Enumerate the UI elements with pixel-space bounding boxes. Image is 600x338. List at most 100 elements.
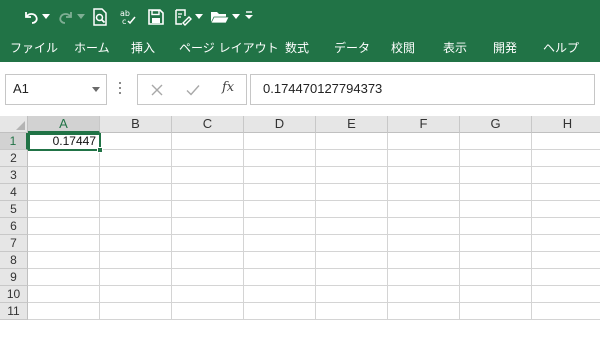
cell-h4[interactable]: [532, 184, 600, 201]
cell-h5[interactable]: [532, 201, 600, 218]
cell-f6[interactable]: [388, 218, 460, 235]
redo-icon[interactable]: [55, 7, 77, 27]
cell-c7[interactable]: [172, 235, 244, 252]
tab-view[interactable]: 表示: [443, 40, 467, 56]
cell-g9[interactable]: [460, 269, 532, 286]
cell-e11[interactable]: [316, 303, 388, 320]
column-header-b[interactable]: B: [100, 116, 172, 133]
name-box-dropdown-icon[interactable]: [92, 87, 100, 92]
cell-a9[interactable]: [28, 269, 100, 286]
cell-c9[interactable]: [172, 269, 244, 286]
cell-e2[interactable]: [316, 150, 388, 167]
tab-help[interactable]: ヘルプ: [543, 40, 579, 56]
cell-e6[interactable]: [316, 218, 388, 235]
cell-e9[interactable]: [316, 269, 388, 286]
row-header-7[interactable]: 7: [0, 235, 28, 252]
cell-f2[interactable]: [388, 150, 460, 167]
row-header-1[interactable]: 1: [0, 133, 28, 150]
cell-b1[interactable]: [100, 133, 172, 150]
cell-e1[interactable]: [316, 133, 388, 150]
undo-icon[interactable]: [20, 7, 42, 27]
cell-g6[interactable]: [460, 218, 532, 235]
touch-mode-icon[interactable]: [172, 7, 194, 27]
cell-c1[interactable]: [172, 133, 244, 150]
row-header-9[interactable]: 9: [0, 269, 28, 286]
tab-review[interactable]: 校閲: [391, 40, 415, 56]
cell-e5[interactable]: [316, 201, 388, 218]
tab-insert[interactable]: 挿入: [131, 40, 155, 56]
cell-g1[interactable]: [460, 133, 532, 150]
cell-g4[interactable]: [460, 184, 532, 201]
cell-b3[interactable]: [100, 167, 172, 184]
column-header-c[interactable]: C: [172, 116, 244, 133]
cell-f1[interactable]: [388, 133, 460, 150]
cell-b7[interactable]: [100, 235, 172, 252]
cell-h11[interactable]: [532, 303, 600, 320]
cell-d6[interactable]: [244, 218, 316, 235]
cell-b10[interactable]: [100, 286, 172, 303]
cell-c6[interactable]: [172, 218, 244, 235]
enter-check-icon[interactable]: [185, 82, 201, 98]
row-header-2[interactable]: 2: [0, 150, 28, 167]
cell-d10[interactable]: [244, 286, 316, 303]
cell-d11[interactable]: [244, 303, 316, 320]
cell-f8[interactable]: [388, 252, 460, 269]
cell-d5[interactable]: [244, 201, 316, 218]
cell-h7[interactable]: [532, 235, 600, 252]
column-header-h[interactable]: H: [532, 116, 600, 133]
cell-f9[interactable]: [388, 269, 460, 286]
tab-developer[interactable]: 開発: [493, 40, 517, 56]
cell-b2[interactable]: [100, 150, 172, 167]
cell-a3[interactable]: [28, 167, 100, 184]
cell-c10[interactable]: [172, 286, 244, 303]
cell-f4[interactable]: [388, 184, 460, 201]
row-header-10[interactable]: 10: [0, 286, 28, 303]
cell-f5[interactable]: [388, 201, 460, 218]
open-folder-icon[interactable]: [209, 7, 231, 27]
cell-a11[interactable]: [28, 303, 100, 320]
cell-c11[interactable]: [172, 303, 244, 320]
open-dropdown-icon[interactable]: [232, 14, 240, 20]
cell-h3[interactable]: [532, 167, 600, 184]
undo-dropdown-icon[interactable]: [42, 14, 50, 20]
tab-file[interactable]: ファイル: [10, 40, 58, 56]
row-header-6[interactable]: 6: [0, 218, 28, 235]
cell-d8[interactable]: [244, 252, 316, 269]
cell-b11[interactable]: [100, 303, 172, 320]
cell-f11[interactable]: [388, 303, 460, 320]
cell-a10[interactable]: [28, 286, 100, 303]
cell-a5[interactable]: [28, 201, 100, 218]
cell-g10[interactable]: [460, 286, 532, 303]
tab-home[interactable]: ホーム: [74, 40, 110, 56]
cancel-icon[interactable]: [149, 82, 165, 98]
cell-a2[interactable]: [28, 150, 100, 167]
cell-a8[interactable]: [28, 252, 100, 269]
cell-h8[interactable]: [532, 252, 600, 269]
cell-b9[interactable]: [100, 269, 172, 286]
cell-b6[interactable]: [100, 218, 172, 235]
tab-page-layout[interactable]: ページ レイアウト: [179, 40, 279, 56]
cell-c2[interactable]: [172, 150, 244, 167]
row-header-5[interactable]: 5: [0, 201, 28, 218]
cell-b8[interactable]: [100, 252, 172, 269]
insert-function-button[interactable]: fx: [222, 80, 234, 95]
cell-g3[interactable]: [460, 167, 532, 184]
cell-e7[interactable]: [316, 235, 388, 252]
save-icon[interactable]: [145, 7, 167, 27]
cell-b4[interactable]: [100, 184, 172, 201]
column-header-d[interactable]: D: [244, 116, 316, 133]
column-header-f[interactable]: F: [388, 116, 460, 133]
cell-g11[interactable]: [460, 303, 532, 320]
spelling-icon[interactable]: ab c: [117, 7, 139, 27]
column-header-g[interactable]: G: [460, 116, 532, 133]
row-header-8[interactable]: 8: [0, 252, 28, 269]
cell-f7[interactable]: [388, 235, 460, 252]
cell-c5[interactable]: [172, 201, 244, 218]
row-header-4[interactable]: 4: [0, 184, 28, 201]
cell-c4[interactable]: [172, 184, 244, 201]
fill-handle[interactable]: [97, 147, 103, 153]
cell-a7[interactable]: [28, 235, 100, 252]
cell-e4[interactable]: [316, 184, 388, 201]
cell-d3[interactable]: [244, 167, 316, 184]
cell-c8[interactable]: [172, 252, 244, 269]
